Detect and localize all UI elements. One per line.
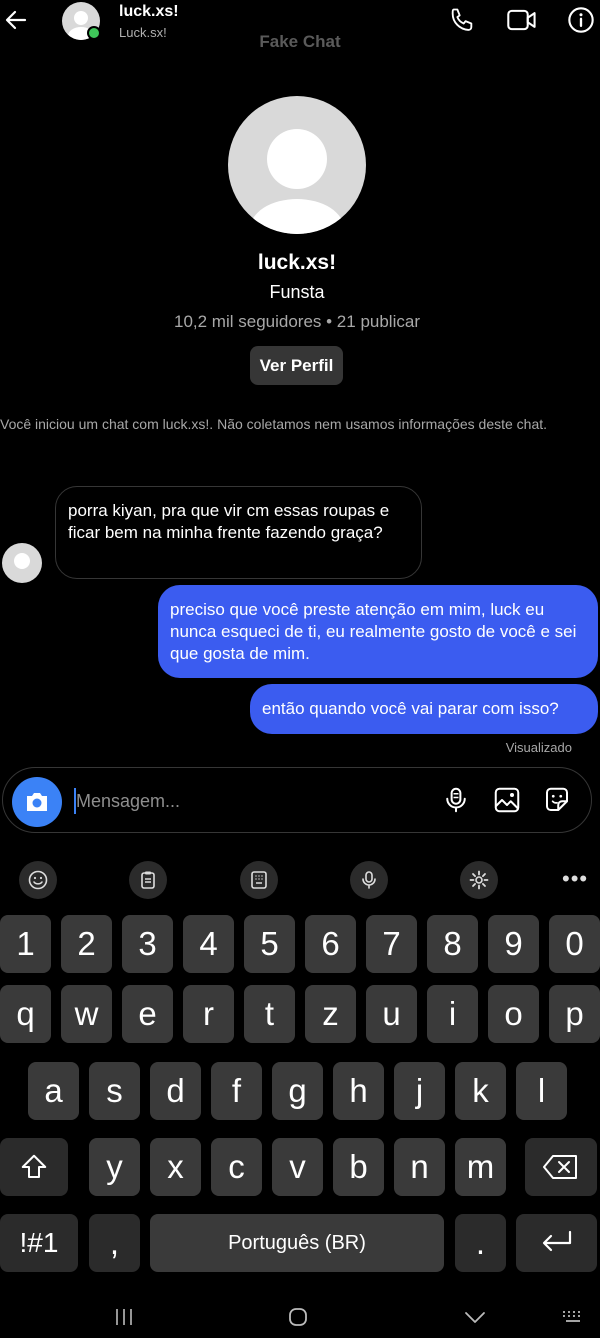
key-z[interactable]: z bbox=[305, 985, 356, 1043]
key-o[interactable]: o bbox=[488, 985, 539, 1043]
period-key[interactable]: . bbox=[455, 1214, 506, 1272]
key-7[interactable]: 7 bbox=[366, 915, 417, 973]
profile-subtitle: Funsta bbox=[269, 282, 325, 302]
key-3[interactable]: 3 bbox=[122, 915, 173, 973]
comma-key[interactable]: , bbox=[89, 1214, 140, 1272]
key-d[interactable]: d bbox=[150, 1062, 201, 1120]
key-a[interactable]: a bbox=[28, 1062, 79, 1120]
key-c[interactable]: c bbox=[211, 1138, 262, 1196]
profile-name: luck.xs! bbox=[257, 251, 337, 274]
chat-notice: Você iniciou um chat com luck.xs!. Não c… bbox=[0, 416, 548, 432]
gallery-icon[interactable] bbox=[492, 785, 522, 815]
key-1[interactable]: 1 bbox=[0, 915, 51, 973]
clipboard-icon[interactable] bbox=[129, 861, 167, 899]
contact-name[interactable]: luck.xs! bbox=[119, 3, 179, 21]
key-g[interactable]: g bbox=[272, 1062, 323, 1120]
camera-button[interactable] bbox=[12, 777, 62, 827]
info-icon[interactable] bbox=[567, 6, 597, 36]
backspace-key[interactable] bbox=[525, 1138, 597, 1196]
key-v[interactable]: v bbox=[272, 1138, 323, 1196]
key-r[interactable]: r bbox=[183, 985, 234, 1043]
phone-call-icon[interactable] bbox=[448, 6, 478, 36]
microphone-icon[interactable] bbox=[441, 785, 471, 815]
key-t[interactable]: t bbox=[244, 985, 295, 1043]
emoji-icon[interactable] bbox=[19, 861, 57, 899]
key-f[interactable]: f bbox=[211, 1062, 262, 1120]
profile-avatar bbox=[228, 96, 366, 234]
key-8[interactable]: 8 bbox=[427, 915, 478, 973]
key-x[interactable]: x bbox=[150, 1138, 201, 1196]
camera-icon bbox=[27, 793, 47, 811]
home-icon[interactable] bbox=[287, 1306, 309, 1336]
key-m[interactable]: m bbox=[455, 1138, 506, 1196]
keyboard-layout-icon[interactable] bbox=[240, 861, 278, 899]
key-p[interactable]: p bbox=[549, 985, 600, 1043]
key-0[interactable]: 0 bbox=[549, 915, 600, 973]
message-bubble-outgoing[interactable]: preciso que você preste atenção em mim, … bbox=[158, 585, 598, 678]
recent-apps-icon[interactable] bbox=[113, 1306, 135, 1336]
key-n[interactable]: n bbox=[394, 1138, 445, 1196]
keyboard-switch-icon[interactable] bbox=[560, 1306, 586, 1336]
enter-key[interactable] bbox=[516, 1214, 597, 1272]
view-profile-button[interactable]: Ver Perfil bbox=[250, 346, 343, 385]
video-call-icon[interactable] bbox=[506, 6, 536, 36]
space-key[interactable]: Português (BR) bbox=[150, 1214, 444, 1272]
key-s[interactable]: s bbox=[89, 1062, 140, 1120]
chat-header: luck.xs! Luck.sx! Fake Chat bbox=[0, 0, 600, 60]
message-bubble-outgoing[interactable]: então quando você vai parar com isso? bbox=[250, 684, 598, 734]
sender-avatar[interactable] bbox=[2, 543, 42, 583]
key-w[interactable]: w bbox=[61, 985, 112, 1043]
profile-stats: 10,2 mil seguidores • 21 publicar bbox=[174, 312, 420, 331]
key-u[interactable]: u bbox=[366, 985, 417, 1043]
key-4[interactable]: 4 bbox=[183, 915, 234, 973]
seen-status: Visualizado bbox=[505, 740, 572, 755]
message-input[interactable] bbox=[76, 790, 426, 812]
key-b[interactable]: b bbox=[333, 1138, 384, 1196]
more-options-icon[interactable]: ••• bbox=[562, 866, 588, 892]
message-composer bbox=[2, 767, 592, 833]
key-q[interactable]: q bbox=[0, 985, 51, 1043]
sticker-icon[interactable] bbox=[542, 785, 572, 815]
key-h[interactable]: h bbox=[333, 1062, 384, 1120]
key-2[interactable]: 2 bbox=[61, 915, 112, 973]
symbols-key[interactable]: !#1 bbox=[0, 1214, 78, 1272]
hide-keyboard-icon[interactable] bbox=[463, 1306, 487, 1336]
voice-input-icon[interactable] bbox=[350, 861, 388, 899]
key-y[interactable]: y bbox=[89, 1138, 140, 1196]
key-l[interactable]: l bbox=[516, 1062, 567, 1120]
key-5[interactable]: 5 bbox=[244, 915, 295, 973]
key-k[interactable]: k bbox=[455, 1062, 506, 1120]
key-6[interactable]: 6 bbox=[305, 915, 356, 973]
shift-key[interactable] bbox=[0, 1138, 68, 1196]
key-i[interactable]: i bbox=[427, 985, 478, 1043]
key-9[interactable]: 9 bbox=[488, 915, 539, 973]
key-j[interactable]: j bbox=[394, 1062, 445, 1120]
message-bubble-incoming[interactable]: porra kiyan, pra que vir cm essas roupas… bbox=[55, 486, 422, 579]
settings-gear-icon[interactable] bbox=[460, 861, 498, 899]
key-e[interactable]: e bbox=[122, 985, 173, 1043]
